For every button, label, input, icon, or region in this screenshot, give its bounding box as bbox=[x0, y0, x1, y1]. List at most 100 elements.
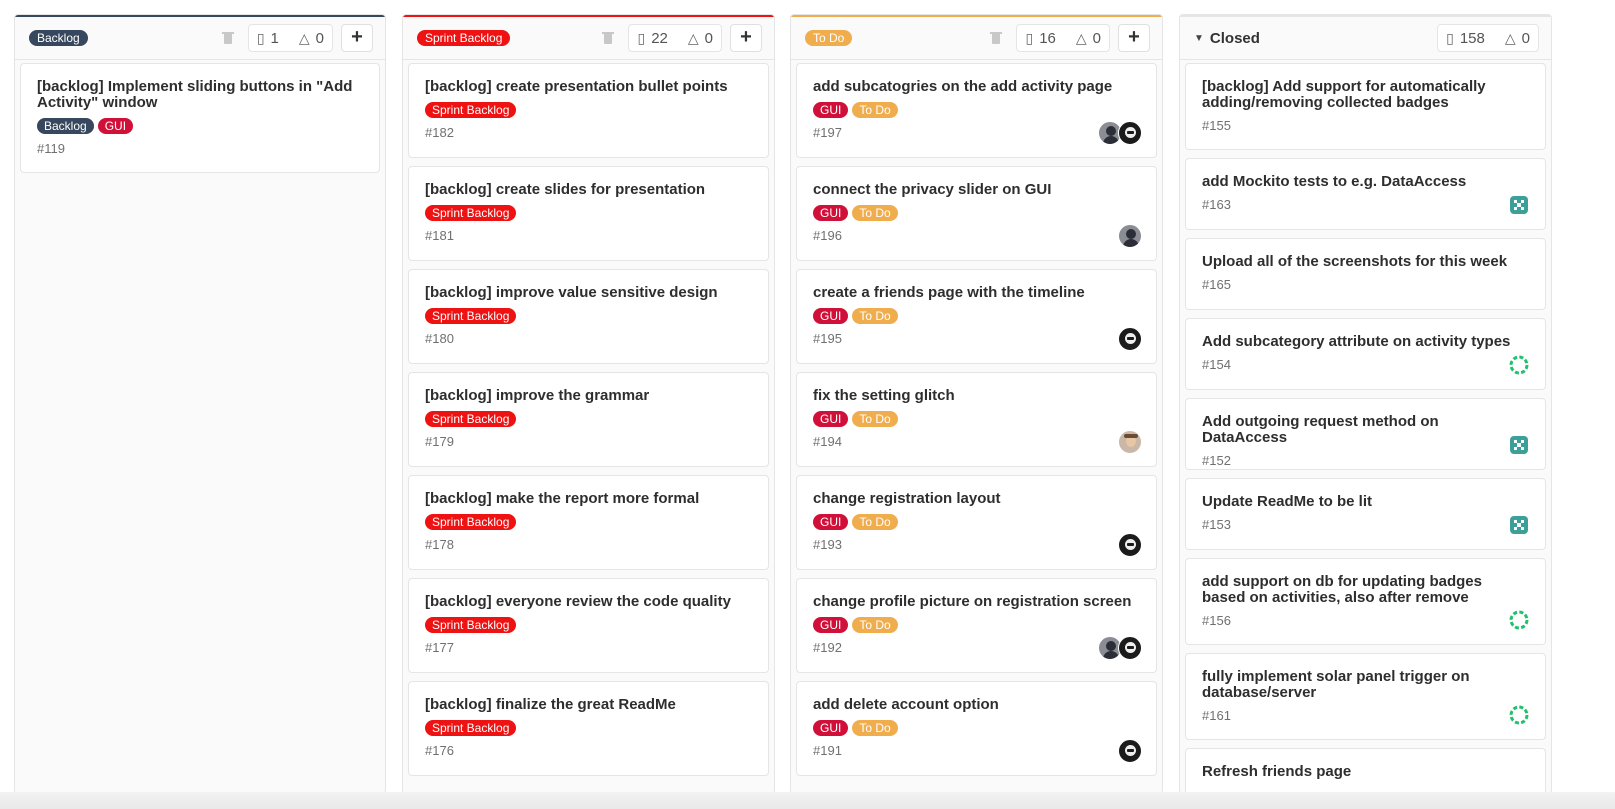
issue-title[interactable]: [backlog] everyone review the code quali… bbox=[425, 594, 745, 610]
issue-title[interactable]: change registration layout bbox=[813, 491, 1133, 507]
label-to-do[interactable]: To Do bbox=[852, 102, 898, 118]
issue-card[interactable]: change profile picture on registration s… bbox=[796, 578, 1157, 673]
issue-title[interactable]: Add subcategory attribute on activity ty… bbox=[1202, 334, 1522, 350]
issue-title[interactable]: change profile picture on registration s… bbox=[813, 594, 1133, 610]
issue-card[interactable]: [backlog] everyone review the code quali… bbox=[408, 578, 769, 673]
issue-title[interactable]: [backlog] Add support for automatically … bbox=[1202, 79, 1522, 111]
label-gui[interactable]: GUI bbox=[813, 617, 849, 633]
horizontal-scroll-area[interactable] bbox=[0, 792, 1615, 809]
label-to-do[interactable]: To Do bbox=[852, 514, 898, 530]
label-gui[interactable]: GUI bbox=[97, 118, 134, 134]
label-backlog[interactable]: Backlog bbox=[37, 118, 94, 134]
label-to-do[interactable]: To Do bbox=[852, 411, 898, 427]
issue-title[interactable]: [backlog] improve the grammar bbox=[425, 388, 745, 404]
issue-title[interactable]: add support on db for updating badges ba… bbox=[1202, 574, 1522, 606]
list-label[interactable]: To Do bbox=[805, 30, 853, 46]
issue-card[interactable]: [backlog] Implement sliding buttons in "… bbox=[20, 63, 380, 173]
issue-card[interactable]: Add outgoing request method on DataAcces… bbox=[1185, 398, 1546, 470]
collapse-toggle[interactable]: ▼ Closed bbox=[1194, 30, 1260, 47]
label-gui[interactable]: GUI bbox=[813, 514, 849, 530]
issue-card[interactable]: add delete account option GUI To Do #191 bbox=[796, 681, 1157, 776]
add-issue-button[interactable]: + bbox=[730, 24, 762, 52]
issue-card[interactable]: fully implement solar panel trigger on d… bbox=[1185, 653, 1546, 740]
label-sprint-backlog[interactable]: Sprint Backlog bbox=[425, 514, 517, 530]
issue-title[interactable]: Refresh friends page bbox=[1202, 764, 1522, 780]
delete-list-icon[interactable] bbox=[602, 31, 615, 45]
issue-card[interactable]: change registration layout GUI To Do #19… bbox=[796, 475, 1157, 570]
issue-title[interactable]: [backlog] make the report more formal bbox=[425, 491, 745, 507]
issue-title[interactable]: add delete account option bbox=[813, 697, 1133, 713]
label-gui[interactable]: GUI bbox=[813, 205, 849, 221]
issue-title[interactable]: [backlog] create presentation bullet poi… bbox=[425, 79, 745, 95]
issue-card[interactable]: Upload all of the screenshots for this w… bbox=[1185, 238, 1546, 310]
assignee-avatar[interactable] bbox=[1118, 739, 1142, 763]
issue-title[interactable]: [backlog] Implement sliding buttons in "… bbox=[37, 79, 357, 111]
issue-title[interactable]: add Mockito tests to e.g. DataAccess bbox=[1202, 174, 1522, 190]
delete-list-icon[interactable] bbox=[221, 31, 234, 45]
issue-title[interactable]: Update ReadMe to be lit bbox=[1202, 494, 1522, 510]
assignee-avatar[interactable] bbox=[1507, 193, 1531, 217]
card-list: [backlog] Add support for automatically … bbox=[1185, 63, 1546, 793]
issue-card[interactable]: [backlog] improve the grammar Sprint Bac… bbox=[408, 372, 769, 467]
issue-title[interactable]: create a friends page with the timeline bbox=[813, 285, 1133, 301]
issue-title[interactable]: fix the setting glitch bbox=[813, 388, 1133, 404]
label-to-do[interactable]: To Do bbox=[852, 617, 898, 633]
issue-card[interactable]: create a friends page with the timeline … bbox=[796, 269, 1157, 364]
issue-card[interactable]: fix the setting glitch GUI To Do #194 bbox=[796, 372, 1157, 467]
label-sprint-backlog[interactable]: Sprint Backlog bbox=[425, 720, 517, 736]
assignee-avatar[interactable] bbox=[1507, 353, 1531, 377]
issue-card[interactable]: [backlog] improve value sensitive design… bbox=[408, 269, 769, 364]
issue-title[interactable]: [backlog] create slides for presentation bbox=[425, 182, 745, 198]
assignee-avatar[interactable] bbox=[1507, 513, 1531, 537]
add-issue-button[interactable]: + bbox=[341, 24, 373, 52]
label-sprint-backlog[interactable]: Sprint Backlog bbox=[425, 102, 517, 118]
delete-list-icon[interactable] bbox=[990, 31, 1003, 45]
issue-card[interactable]: add Mockito tests to e.g. DataAccess #16… bbox=[1185, 158, 1546, 230]
label-gui[interactable]: GUI bbox=[813, 308, 849, 324]
list-label[interactable]: Backlog bbox=[29, 30, 88, 46]
list-label[interactable]: Sprint Backlog bbox=[417, 30, 511, 46]
label-sprint-backlog[interactable]: Sprint Backlog bbox=[425, 308, 517, 324]
label-to-do[interactable]: To Do bbox=[852, 308, 898, 324]
add-issue-button[interactable]: + bbox=[1118, 24, 1150, 52]
issue-count-badge: ▯ 22 △ 0 bbox=[628, 24, 722, 52]
label-sprint-backlog[interactable]: Sprint Backlog bbox=[425, 411, 517, 427]
issue-card[interactable]: Refresh friends page bbox=[1185, 748, 1546, 793]
issue-title[interactable]: [backlog] improve value sensitive design bbox=[425, 285, 745, 301]
assignee-avatar[interactable] bbox=[1507, 608, 1531, 632]
issue-card[interactable]: add support on db for updating badges ba… bbox=[1185, 558, 1546, 645]
assignee-avatar[interactable] bbox=[1118, 636, 1142, 660]
issue-title[interactable]: [backlog] finalize the great ReadMe bbox=[425, 697, 745, 713]
issue-title[interactable]: Add outgoing request method on DataAcces… bbox=[1202, 414, 1522, 446]
assignee-avatar[interactable] bbox=[1507, 703, 1531, 727]
assignee-avatar[interactable] bbox=[1118, 121, 1142, 145]
issue-title[interactable]: add subcatogries on the add activity pag… bbox=[813, 79, 1133, 95]
assignee-avatar[interactable] bbox=[1118, 533, 1142, 557]
issue-card[interactable]: [backlog] make the report more formal Sp… bbox=[408, 475, 769, 570]
assignee-avatar[interactable] bbox=[1118, 430, 1142, 454]
issue-card[interactable]: Update ReadMe to be lit #153 bbox=[1185, 478, 1546, 550]
issue-card[interactable]: [backlog] create slides for presentation… bbox=[408, 166, 769, 261]
issue-title[interactable]: Upload all of the screenshots for this w… bbox=[1202, 254, 1522, 270]
label-to-do[interactable]: To Do bbox=[852, 720, 898, 736]
issue-title[interactable]: connect the privacy slider on GUI bbox=[813, 182, 1133, 198]
issue-card[interactable]: add subcatogries on the add activity pag… bbox=[796, 63, 1157, 158]
assignee-avatar[interactable] bbox=[1118, 327, 1142, 351]
issue-card[interactable]: [backlog] Add support for automatically … bbox=[1185, 63, 1546, 150]
label-gui[interactable]: GUI bbox=[813, 411, 849, 427]
label-gui[interactable]: GUI bbox=[813, 102, 849, 118]
label-sprint-backlog[interactable]: Sprint Backlog bbox=[425, 205, 517, 221]
issue-title[interactable]: fully implement solar panel trigger on d… bbox=[1202, 669, 1522, 701]
assignee-avatar[interactable] bbox=[1118, 224, 1142, 248]
issue-card[interactable]: [backlog] finalize the great ReadMe Spri… bbox=[408, 681, 769, 776]
assignee-avatar[interactable] bbox=[1507, 433, 1531, 457]
issue-card[interactable]: [backlog] create presentation bullet poi… bbox=[408, 63, 769, 158]
label-to-do[interactable]: To Do bbox=[852, 205, 898, 221]
issue-card[interactable]: Add subcategory attribute on activity ty… bbox=[1185, 318, 1546, 390]
issue-card[interactable]: connect the privacy slider on GUI GUI To… bbox=[796, 166, 1157, 261]
weight-count: 0 bbox=[1521, 29, 1530, 47]
list-header: Sprint Backlog ▯ 22 △ 0 + bbox=[403, 17, 774, 60]
label-gui[interactable]: GUI bbox=[813, 720, 849, 736]
weight-icon: △ bbox=[298, 29, 310, 46]
label-sprint-backlog[interactable]: Sprint Backlog bbox=[425, 617, 517, 633]
